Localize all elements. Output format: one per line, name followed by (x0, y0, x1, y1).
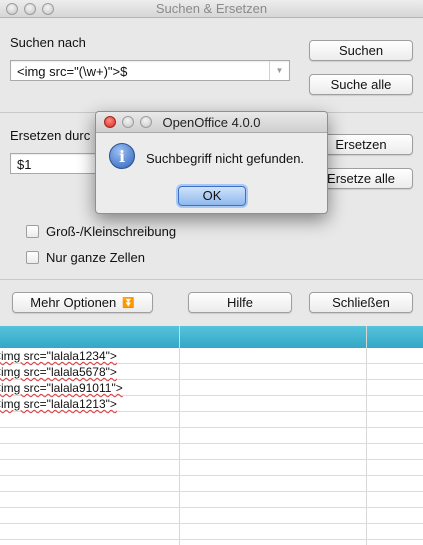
bottom-divider (0, 279, 423, 280)
cell-a4-text: <img src="lalala1213"> (0, 397, 117, 411)
cell-a2[interactable]: <img src="lalala5678"> (0, 365, 117, 379)
row-line (0, 363, 423, 364)
row-line (0, 491, 423, 492)
column-separator (366, 326, 367, 545)
row-line (0, 475, 423, 476)
row-line (0, 443, 423, 444)
alert-zoom-button[interactable] (140, 116, 152, 128)
row-line (0, 395, 423, 396)
column-separator (179, 326, 180, 545)
not-found-alert: OpenOffice 4.0.0 i Suchbegriff nicht gef… (95, 111, 328, 214)
help-button[interactable]: Hilfe (188, 292, 292, 313)
zoom-window-button[interactable] (42, 3, 54, 15)
double-chevron-down-icon: ⏬ (122, 298, 135, 310)
cell-a4[interactable]: <img src="lalala1213"> (0, 397, 117, 411)
match-case-checkbox[interactable] (26, 225, 39, 238)
row-line (0, 539, 423, 540)
alert-close-button[interactable] (104, 116, 116, 128)
dialog-title: Suchen & Ersetzen (155, 1, 268, 16)
match-case-label: Groß-/Kleinschreibung (46, 224, 177, 239)
cell-a1-text: <img src="lalala1234"> (0, 349, 117, 363)
replace-input-value[interactable]: $1 (17, 157, 31, 172)
alert-message: Suchbegriff nicht gefunden. (146, 151, 305, 166)
alert-title: OpenOffice 4.0.0 (162, 115, 261, 130)
whole-cells-label: Nur ganze Zellen (46, 250, 145, 265)
cell-a3[interactable]: <img src="lalala91011"> (0, 381, 123, 395)
cell-a3-text: <img src="lalala91011"> (0, 381, 123, 395)
cell-a1[interactable]: <img src="lalala1234"> (0, 349, 117, 363)
alert-minimize-button[interactable] (122, 116, 134, 128)
column-header-bar (0, 326, 423, 348)
cell-a2-text: <img src="lalala5678"> (0, 365, 117, 379)
minimize-window-button[interactable] (24, 3, 36, 15)
more-options-button[interactable]: Mehr Optionen ⏬ (12, 292, 153, 313)
row-line (0, 459, 423, 460)
dialog-titlebar: Suchen & Ersetzen (0, 0, 423, 18)
close-window-button[interactable] (6, 3, 18, 15)
alert-window-controls (104, 116, 152, 128)
search-all-button[interactable]: Suche alle (309, 74, 413, 95)
row-line (0, 523, 423, 524)
row-line (0, 427, 423, 428)
alert-titlebar: OpenOffice 4.0.0 (96, 112, 327, 133)
ok-button[interactable]: OK (178, 186, 246, 206)
whole-cells-checkbox[interactable] (26, 251, 39, 264)
info-icon: i (109, 143, 135, 169)
chevron-down-icon[interactable]: ▼ (269, 61, 289, 80)
more-options-label: Mehr Optionen (30, 295, 117, 310)
search-button[interactable]: Suchen (309, 40, 413, 61)
search-input-value[interactable]: <img src="(\w+)">$ (17, 64, 127, 79)
close-button[interactable]: Schließen (309, 292, 413, 313)
replace-label: Ersetzen durc (10, 128, 91, 143)
row-line (0, 379, 423, 380)
spreadsheet-area: <img src="lalala1234"> <img src="lalala5… (0, 326, 423, 545)
search-label: Suchen nach (10, 35, 86, 50)
row-line (0, 411, 423, 412)
search-combobox[interactable]: <img src="(\w+)">$ ▼ (10, 60, 290, 81)
row-line (0, 507, 423, 508)
window-controls (6, 3, 54, 15)
